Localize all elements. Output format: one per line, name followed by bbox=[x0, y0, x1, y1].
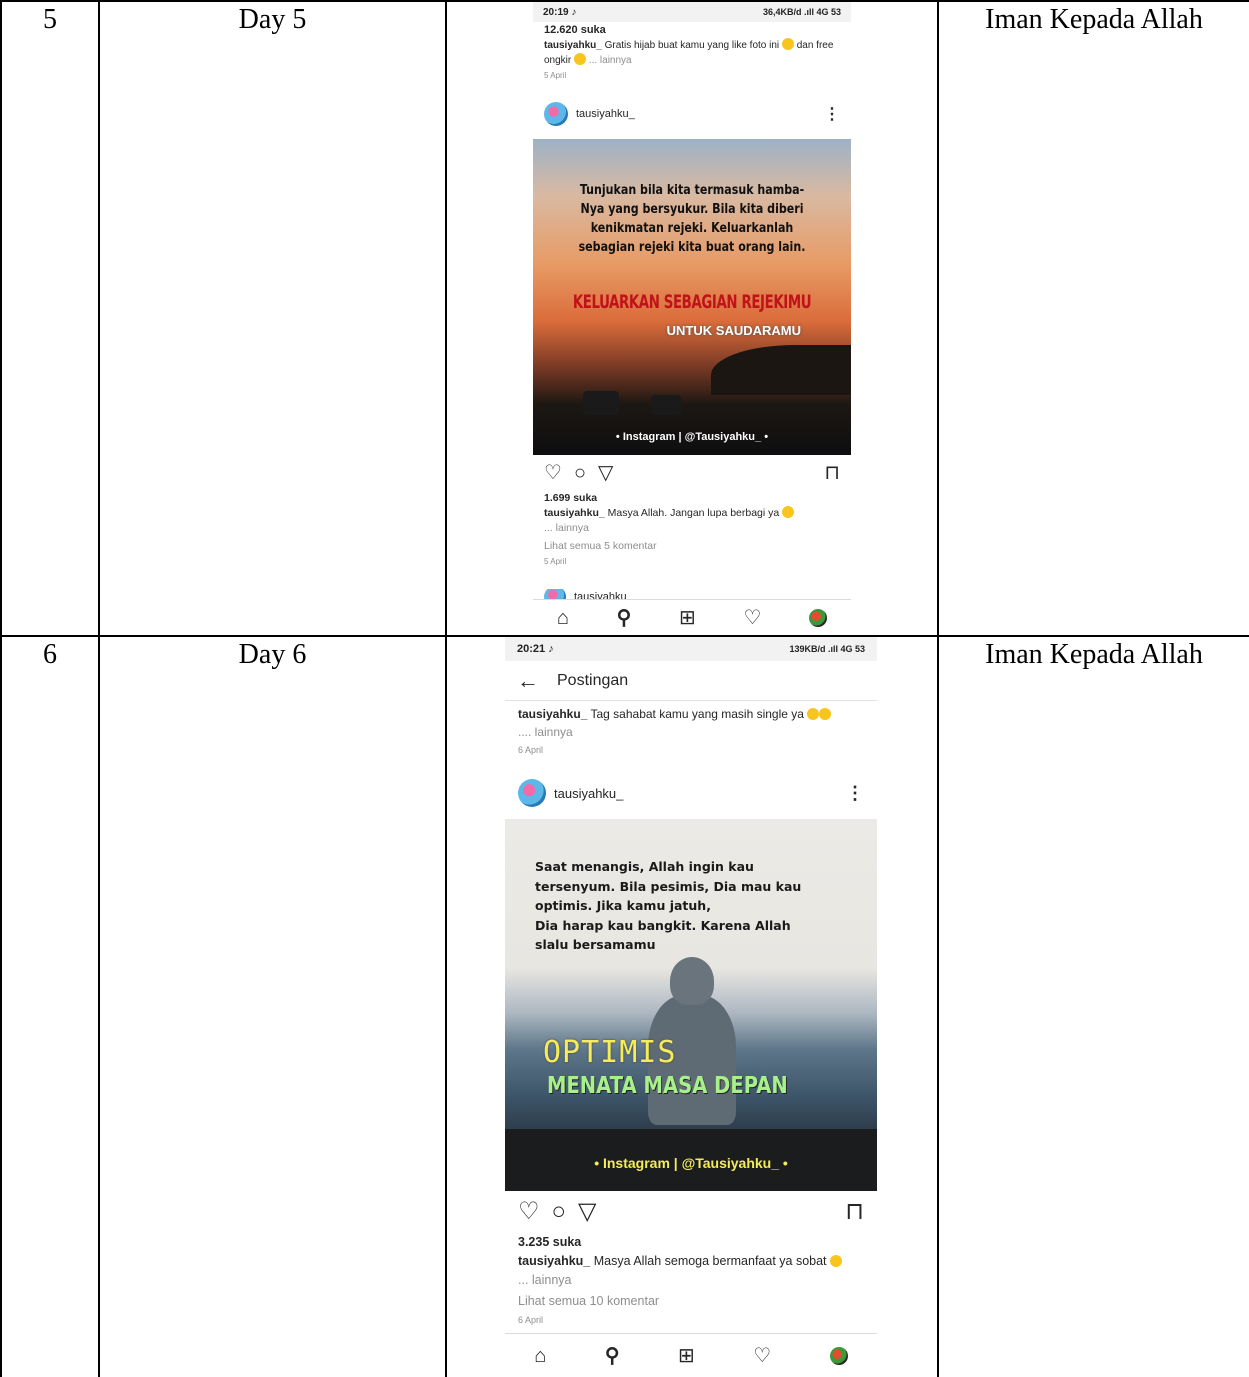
post-watermark: • Instagram | @Tausiyahku_ • bbox=[615, 431, 769, 443]
smile-emoji-icon bbox=[781, 38, 794, 50]
bookmark-icon[interactable]: ⊓ bbox=[845, 1200, 864, 1224]
caption-username[interactable]: tausiyahku_ bbox=[518, 1254, 590, 1268]
caption-text: Masya Allah semoga bermanfaat ya sobat bbox=[593, 1254, 827, 1268]
post-date: 5 April bbox=[544, 557, 567, 566]
post-heading: KELUARKAN SEBAGIAN REJEKIMU bbox=[572, 291, 812, 313]
search-icon[interactable]: ⚲ bbox=[605, 1346, 620, 1366]
kiss-emoji-icon bbox=[574, 53, 587, 65]
status-bar: 20:19 ♪ 36,4KB/d .ıll 4G 53 bbox=[533, 2, 851, 22]
like-heart-icon[interactable]: ♡ bbox=[544, 463, 562, 483]
more-options-icon[interactable]: ⋮ bbox=[846, 783, 864, 804]
more-link[interactable]: .... lainnya bbox=[518, 723, 864, 741]
post-date: 5 April bbox=[544, 71, 567, 80]
caption-username[interactable]: tausiyahku_ bbox=[544, 507, 605, 519]
profile-avatar[interactable] bbox=[544, 102, 568, 126]
share-icon[interactable]: ▽ bbox=[598, 463, 613, 483]
comment-icon[interactable]: ○ bbox=[552, 1200, 567, 1224]
profile-tab-avatar[interactable] bbox=[809, 608, 828, 627]
activity-heart-icon[interactable]: ♡ bbox=[743, 608, 761, 628]
post-quote: Saat menangis, Allah ingin kau tersenyum… bbox=[535, 857, 801, 955]
more-options-icon[interactable]: ⋮ bbox=[824, 104, 840, 124]
view-comments-link[interactable]: Lihat semua 5 komentar bbox=[544, 539, 840, 554]
tree-silhouette bbox=[711, 345, 851, 395]
table-row: 5 Day 5 20:19 ♪ 36,4KB/d .ıll 4G 53 12.6… bbox=[0, 0, 1249, 637]
car-shape bbox=[651, 395, 681, 415]
quote-line: tersenyum. Bila pesimis, Dia mau kau bbox=[535, 878, 802, 894]
quote-line: slalu bersamamu bbox=[535, 937, 656, 952]
status-time: 20:21 bbox=[517, 643, 546, 655]
quote-line: Dia harap kau bangkit. Karena Allah bbox=[535, 917, 791, 933]
instagram-screenshot: 20:19 ♪ 36,4KB/d .ıll 4G 53 12.620 suka … bbox=[533, 2, 851, 635]
comment-icon[interactable]: ○ bbox=[574, 463, 586, 483]
status-indicators: 36,4KB/d .ıll 4G 53 bbox=[762, 7, 841, 17]
post-subheading: MENATA MASA DEPAN bbox=[547, 1073, 788, 1099]
post-subheading: UNTUK SAUDARAMU bbox=[666, 323, 801, 338]
post-username[interactable]: tausiyahku_ bbox=[576, 107, 635, 122]
caption-text: Gratis hijab buat kamu yang like foto in… bbox=[604, 40, 780, 51]
car-shape bbox=[583, 391, 619, 415]
activity-heart-icon[interactable]: ♡ bbox=[753, 1346, 771, 1366]
caption-username[interactable]: tausiyahku_ bbox=[544, 40, 602, 51]
theme-label: Iman Kepada Allah bbox=[937, 635, 1249, 1377]
caption-text: Tag sahabat kamu yang masih single ya bbox=[590, 707, 804, 721]
quote-line: Saat menangis, Allah ingin kau bbox=[535, 859, 754, 874]
day-label: Day 5 bbox=[98, 0, 447, 637]
screenshot-cell: 20:19 ♪ 36,4KB/d .ıll 4G 53 12.620 suka … bbox=[445, 0, 939, 637]
smile-emoji-icon bbox=[782, 506, 795, 518]
tiktok-icon: ♪ bbox=[548, 643, 554, 655]
profile-tab-avatar[interactable] bbox=[829, 1346, 848, 1365]
previous-post-likes[interactable]: 12.620 suka bbox=[544, 23, 840, 38]
post-heading: OPTIMIS bbox=[543, 1035, 677, 1070]
add-post-icon[interactable]: ⊞ bbox=[679, 608, 696, 628]
like-count[interactable]: 1.699 suka bbox=[544, 491, 840, 506]
status-bar: 20:21 ♪ 139KB/d .ıll 4G 53 bbox=[505, 637, 877, 661]
share-icon[interactable]: ▽ bbox=[578, 1200, 596, 1224]
caption-username[interactable]: tausiyahku_ bbox=[518, 707, 587, 721]
bookmark-icon[interactable]: ⊓ bbox=[824, 463, 840, 483]
post-quote: Tunjukan bila kita termasuk hamba-Nya ya… bbox=[578, 183, 806, 255]
instagram-screenshot: 20:21 ♪ 139KB/d .ıll 4G 53 ← Postingan t… bbox=[505, 637, 877, 1377]
add-post-icon[interactable]: ⊞ bbox=[678, 1346, 695, 1366]
smile-emoji-icon bbox=[819, 708, 832, 720]
like-count[interactable]: 3.235 suka bbox=[518, 1233, 864, 1252]
post-image[interactable]: Saat menangis, Allah ingin kau tersenyum… bbox=[505, 819, 877, 1191]
search-icon[interactable]: ⚲ bbox=[617, 608, 632, 628]
view-comments-link[interactable]: Lihat semua 10 komentar bbox=[518, 1292, 864, 1311]
caption-text: Masya Allah. Jangan lupa berbagi ya bbox=[607, 507, 780, 519]
quote-line: optimis. Jika kamu jatuh, bbox=[535, 898, 711, 913]
like-heart-icon[interactable]: ♡ bbox=[518, 1200, 540, 1224]
day-label: Day 6 bbox=[98, 635, 447, 1377]
home-icon[interactable]: ⌂ bbox=[534, 1346, 546, 1366]
home-icon[interactable]: ⌂ bbox=[557, 608, 569, 628]
tiktok-icon: ♪ bbox=[571, 6, 577, 18]
status-indicators: 139KB/d .ıll 4G 53 bbox=[789, 644, 865, 654]
status-time: 20:19 bbox=[543, 6, 569, 18]
bottom-navigation: ⌂ ⚲ ⊞ ♡ bbox=[505, 1333, 877, 1377]
page-header: ← Postingan bbox=[505, 661, 877, 701]
post-username[interactable]: tausiyahku_ bbox=[554, 786, 623, 801]
row-number: 6 bbox=[0, 635, 100, 1377]
page-title: Postingan bbox=[557, 671, 629, 689]
post-watermark: • Instagram | @Tausiyahku_ • bbox=[594, 1155, 788, 1171]
smile-emoji-icon bbox=[830, 1255, 843, 1267]
more-link[interactable]: ... lainnya bbox=[544, 521, 840, 536]
post-image[interactable]: Tunjukan bila kita termasuk hamba-Nya ya… bbox=[533, 139, 851, 455]
smile-emoji-icon bbox=[807, 708, 820, 720]
more-link[interactable]: ... lainnya bbox=[589, 55, 632, 66]
table-row: 6 Day 6 20:21 ♪ 139KB/d .ıll 4G 53 ← Pos… bbox=[0, 635, 1249, 1377]
more-link[interactable]: ... lainnya bbox=[518, 1271, 864, 1290]
profile-avatar[interactable] bbox=[518, 779, 546, 807]
screenshot-cell: 20:21 ♪ 139KB/d .ıll 4G 53 ← Postingan t… bbox=[445, 635, 939, 1377]
post-date: 6 April bbox=[518, 1315, 544, 1325]
bottom-navigation: ⌂ ⚲ ⊞ ♡ bbox=[533, 599, 851, 635]
theme-label: Iman Kepada Allah bbox=[937, 0, 1249, 637]
row-number: 5 bbox=[0, 0, 100, 637]
post-date: 6 April bbox=[518, 745, 544, 755]
back-arrow-icon[interactable]: ← bbox=[517, 669, 539, 692]
document-table: 5 Day 5 20:19 ♪ 36,4KB/d .ıll 4G 53 12.6… bbox=[0, 0, 1249, 1377]
